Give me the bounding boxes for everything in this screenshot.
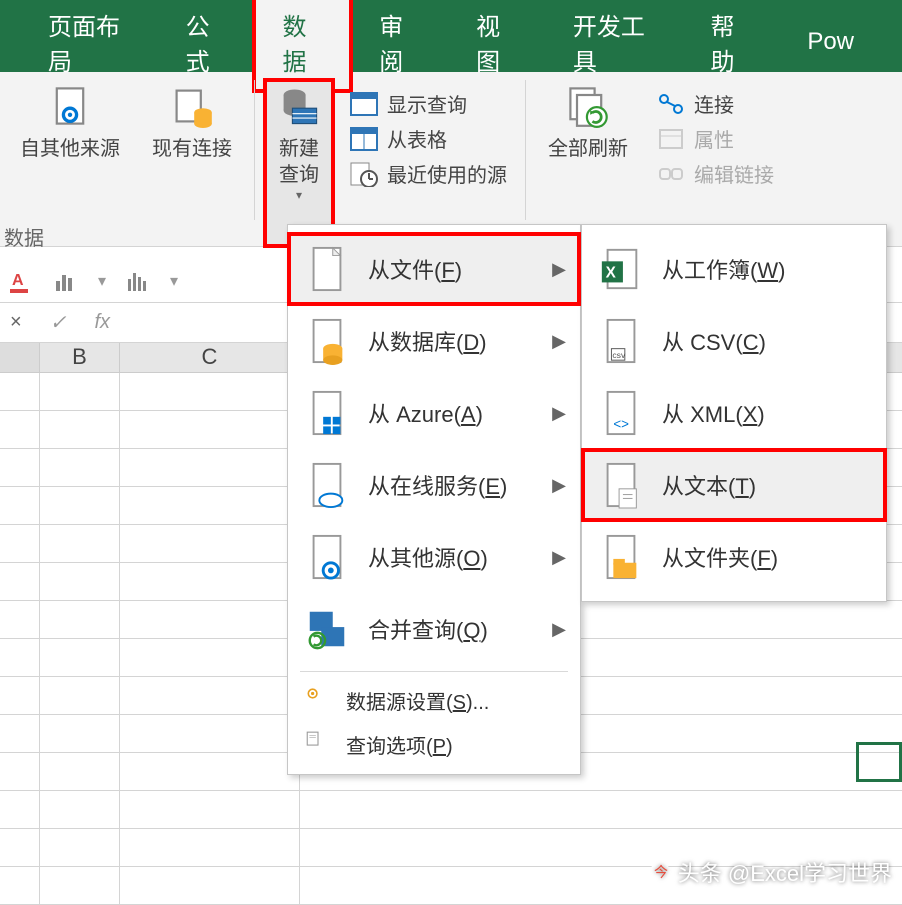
edit-links-button: 编辑链接: [644, 156, 786, 191]
table-icon: [349, 91, 379, 117]
table-icon: [349, 126, 379, 152]
menu-item[interactable]: 查询选项(P): [288, 722, 580, 766]
svg-text:X: X: [606, 265, 617, 282]
connections-list: 连接 属性 编辑链接: [644, 80, 786, 246]
tab-pagelayout[interactable]: 页面布局: [20, 0, 158, 91]
clock-icon: [349, 161, 379, 187]
properties-button: 属性: [644, 121, 786, 156]
chart-icon[interactable]: [54, 269, 78, 293]
fx-button[interactable]: fx: [94, 311, 110, 334]
svg-text:csv: csv: [612, 350, 626, 360]
from-table-button[interactable]: 从表格: [337, 121, 519, 156]
menu-item[interactable]: <>从 XML(X): [582, 377, 886, 449]
font-color-icon[interactable]: A: [10, 269, 34, 293]
tab-formulas[interactable]: 公式: [158, 0, 255, 91]
refresh-icon: [566, 84, 610, 128]
tab-help[interactable]: 帮助: [683, 0, 780, 91]
menu-item[interactable]: 从数据库(D)▶: [288, 305, 580, 377]
refresh-all-button[interactable]: 全部刷新: [536, 80, 640, 246]
col-header-c[interactable]: C: [120, 343, 300, 372]
edit-links-icon: [656, 161, 686, 187]
ribbon-group-label: 数据: [4, 222, 44, 251]
menu-item[interactable]: 从文本(T): [582, 449, 886, 521]
connections-icon: [656, 91, 686, 117]
ribbon: 自其他来源 现有连接 新建 查询 ▾ 显示查询 从表格 最近使用的源 全部刷新 …: [0, 72, 902, 247]
existing-connections-button[interactable]: 现有连接: [140, 80, 244, 246]
enter-button[interactable]: ✓: [50, 310, 67, 335]
menu-item[interactable]: 从 Azure(A)▶: [288, 377, 580, 449]
svg-text:<>: <>: [613, 416, 629, 431]
tab-power[interactable]: Pow: [779, 14, 882, 70]
menu-item[interactable]: 从文件(F)▶: [288, 233, 580, 305]
cancel-button[interactable]: ×: [10, 311, 22, 334]
recent-sources-button[interactable]: 最近使用的源: [337, 156, 519, 191]
tab-devtools[interactable]: 开发工具: [545, 0, 683, 91]
new-query-icon: [277, 84, 321, 128]
existing-conn-icon: [170, 84, 214, 128]
tab-view[interactable]: 视图: [448, 0, 545, 91]
menu-item[interactable]: 数据源设置(S)...: [288, 678, 580, 722]
new-query-button[interactable]: 新建 查询 ▾: [265, 80, 333, 246]
watermark: 今 头条 @Excel学习世界: [648, 856, 892, 888]
new-query-menu: 从文件(F)▶从数据库(D)▶从 Azure(A)▶从在线服务(E)▶从其他源(…: [287, 224, 581, 775]
menu-item[interactable]: 合并查询(Q)▶: [288, 593, 580, 665]
menu-item[interactable]: 从其他源(O)▶: [288, 521, 580, 593]
connections-button[interactable]: 连接: [644, 86, 786, 121]
from-other-icon: [48, 84, 92, 128]
menu-item[interactable]: 从文件夹(F): [582, 521, 886, 593]
menu-item[interactable]: csv从 CSV(C): [582, 305, 886, 377]
chart2-icon[interactable]: [126, 269, 150, 293]
col-header-b[interactable]: B: [40, 343, 120, 372]
svg-text:今: 今: [654, 864, 668, 880]
show-queries-button[interactable]: 显示查询: [337, 86, 519, 121]
menu-item[interactable]: X从工作簿(W): [582, 233, 886, 305]
svg-text:A: A: [12, 272, 24, 289]
tab-data[interactable]: 数据: [254, 0, 351, 91]
select-all-corner[interactable]: [0, 343, 40, 372]
ribbon-tabs: 页面布局 公式 数据 审阅 视图 开发工具 帮助 Pow: [0, 12, 902, 72]
tab-review[interactable]: 审阅: [351, 0, 448, 91]
query-options-list: 显示查询 从表格 最近使用的源: [337, 80, 519, 246]
properties-icon: [656, 126, 686, 152]
menu-item[interactable]: 从在线服务(E)▶: [288, 449, 580, 521]
from-file-submenu: X从工作簿(W)csv从 CSV(C)<>从 XML(X)从文本(T)从文件夹(…: [581, 224, 887, 602]
selected-cell-outline: [856, 742, 902, 782]
